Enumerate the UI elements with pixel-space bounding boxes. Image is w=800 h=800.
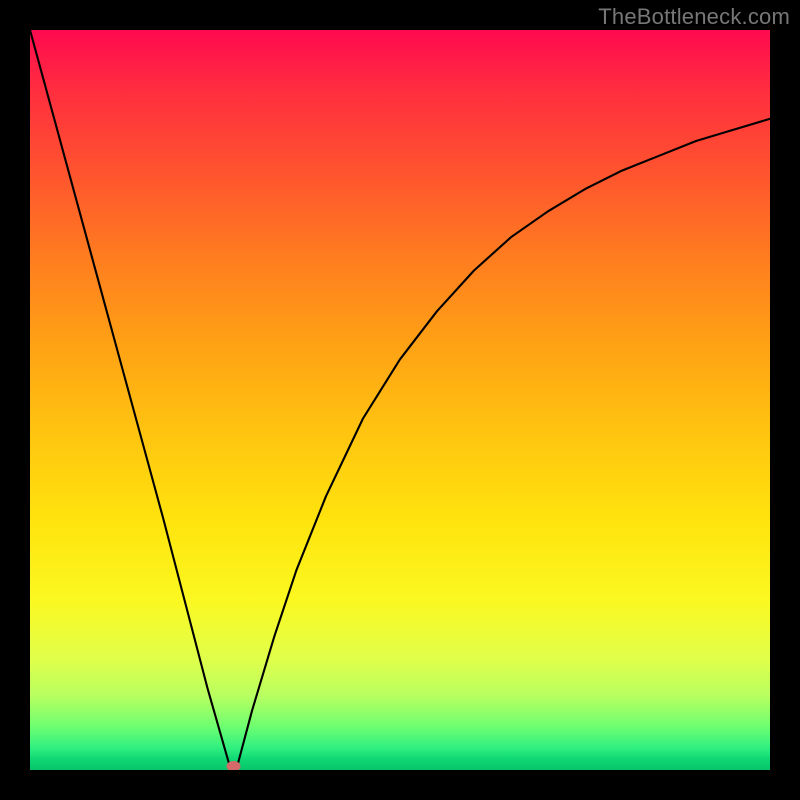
plot-area	[30, 30, 770, 770]
curve-layer	[30, 30, 770, 770]
bottleneck-curve-path	[30, 30, 770, 770]
watermark-text: TheBottleneck.com	[598, 4, 790, 30]
chart-frame: TheBottleneck.com	[0, 0, 800, 800]
